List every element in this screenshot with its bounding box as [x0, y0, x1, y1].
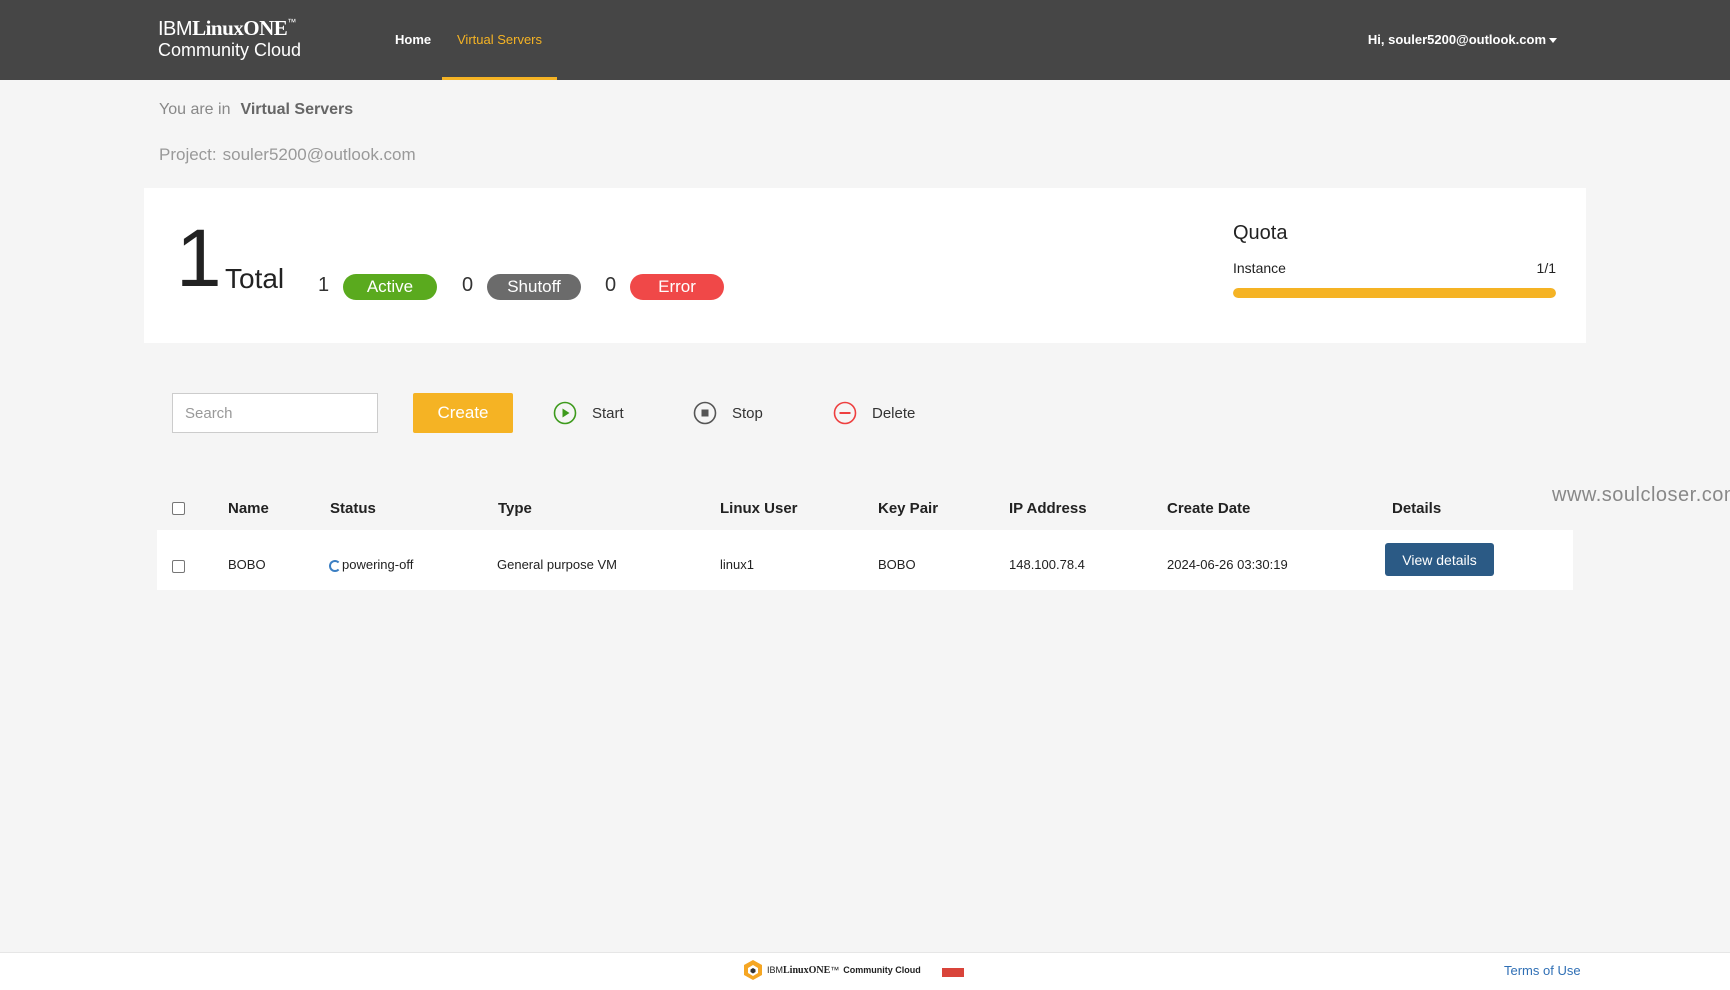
project-label: Project: — [159, 145, 217, 164]
quota-instance-value: 1/1 — [1536, 260, 1556, 276]
shutoff-badge: Shutoff — [487, 274, 581, 300]
nav-virtual-servers[interactable]: Virtual Servers — [442, 0, 558, 80]
create-button[interactable]: Create — [413, 393, 513, 433]
col-header-linux-user[interactable]: Linux User — [720, 500, 798, 517]
delete-button[interactable]: Delete — [833, 400, 915, 426]
start-button[interactable]: Start — [553, 400, 624, 426]
user-menu[interactable]: Hi, souler5200@outlook.com — [1368, 0, 1557, 80]
select-all-checkbox[interactable] — [172, 502, 185, 515]
col-header-status[interactable]: Status — [330, 500, 376, 517]
stop-label: Stop — [732, 404, 763, 422]
active-badge: Active — [343, 274, 437, 300]
linuxone-cube-icon — [744, 960, 762, 980]
play-circle-icon — [553, 401, 577, 425]
cell-type: General purpose VM — [497, 557, 617, 572]
active-count: 1 — [318, 274, 330, 296]
delete-label: Delete — [872, 404, 916, 422]
project-info: Project: souler5200@outlook.com — [159, 145, 416, 165]
watermark-text: www.soulcloser.com — [1552, 484, 1730, 506]
caret-down-icon — [1549, 38, 1557, 44]
error-count: 0 — [605, 274, 617, 296]
breadcrumb-prefix: You are in — [159, 101, 231, 118]
quota-progress-bar — [1233, 288, 1556, 298]
logo-brand-text: LinuxONE — [192, 16, 288, 40]
total-count: 1 — [176, 213, 222, 304]
project-value: souler5200@outlook.com — [222, 145, 416, 164]
view-details-button[interactable]: View details — [1385, 543, 1494, 576]
quota-title: Quota — [1233, 222, 1288, 244]
footer-logo-suffix: Community Cloud — [843, 965, 921, 975]
footer-logo-brand: LinuxONE — [783, 964, 831, 976]
loading-spinner-icon — [329, 560, 341, 572]
minus-circle-icon — [833, 401, 857, 425]
logo-subtitle: Community Cloud — [158, 40, 302, 60]
cell-status-text: powering-off — [342, 557, 414, 572]
cell-key-pair: BOBO — [878, 557, 916, 572]
breadcrumb: You are in Virtual Servers — [159, 101, 353, 119]
stop-button[interactable]: Stop — [693, 400, 763, 426]
logo-ibm-text: IBM — [158, 18, 193, 40]
table-row: BOBO powering-off General purpose VM lin… — [157, 530, 1573, 590]
row-checkbox[interactable] — [172, 560, 185, 573]
top-navbar: IBMLinuxONE™ Community Cloud Home Virtua… — [0, 0, 1730, 80]
server-summary-panel: 1 Total 1 Active 0 Shutoff 0 Error Quota… — [144, 188, 1586, 343]
col-header-name[interactable]: Name — [228, 500, 269, 517]
user-greeting: Hi, souler5200@outlook.com — [1367, 32, 1546, 47]
quota-progress-fill — [1233, 288, 1556, 298]
cell-status: powering-off — [329, 557, 413, 572]
breadcrumb-current: Virtual Servers — [240, 101, 354, 118]
partner-logo-icon — [942, 968, 964, 977]
logo-trademark: ™ — [287, 17, 296, 27]
footer-logo-ibm: IBM — [767, 965, 784, 975]
col-header-details: Details — [1392, 500, 1442, 517]
footer: IBM LinuxONE ™ Community Cloud Terms of Use — [0, 952, 1730, 990]
cell-linux-user: linux1 — [720, 557, 754, 572]
footer-logo: IBM LinuxONE ™ Community Cloud — [743, 959, 921, 981]
error-badge: Error — [630, 274, 724, 300]
start-label: Start — [592, 404, 624, 422]
search-input[interactable] — [172, 393, 378, 433]
ibm-linuxone-logo[interactable]: IBMLinuxONE™ Community Cloud — [158, 16, 302, 60]
shutoff-count: 0 — [462, 274, 474, 296]
footer-logo-tm: ™ — [830, 965, 840, 975]
cell-create-date: 2024-06-26 03:30:19 — [1167, 557, 1288, 572]
col-header-key-pair[interactable]: Key Pair — [878, 500, 938, 517]
terms-of-use-link[interactable]: Terms of Use — [1504, 963, 1581, 978]
col-header-ip-address[interactable]: IP Address — [1009, 500, 1087, 517]
cell-name: BOBO — [228, 557, 266, 572]
cell-ip-address: 148.100.78.4 — [1009, 557, 1085, 572]
total-label: Total — [225, 263, 285, 294]
col-header-create-date[interactable]: Create Date — [1167, 500, 1250, 517]
nav-home[interactable]: Home — [380, 0, 446, 80]
stop-circle-icon — [693, 401, 717, 425]
quota-instance-label: Instance — [1233, 260, 1286, 276]
col-header-type[interactable]: Type — [498, 500, 532, 517]
